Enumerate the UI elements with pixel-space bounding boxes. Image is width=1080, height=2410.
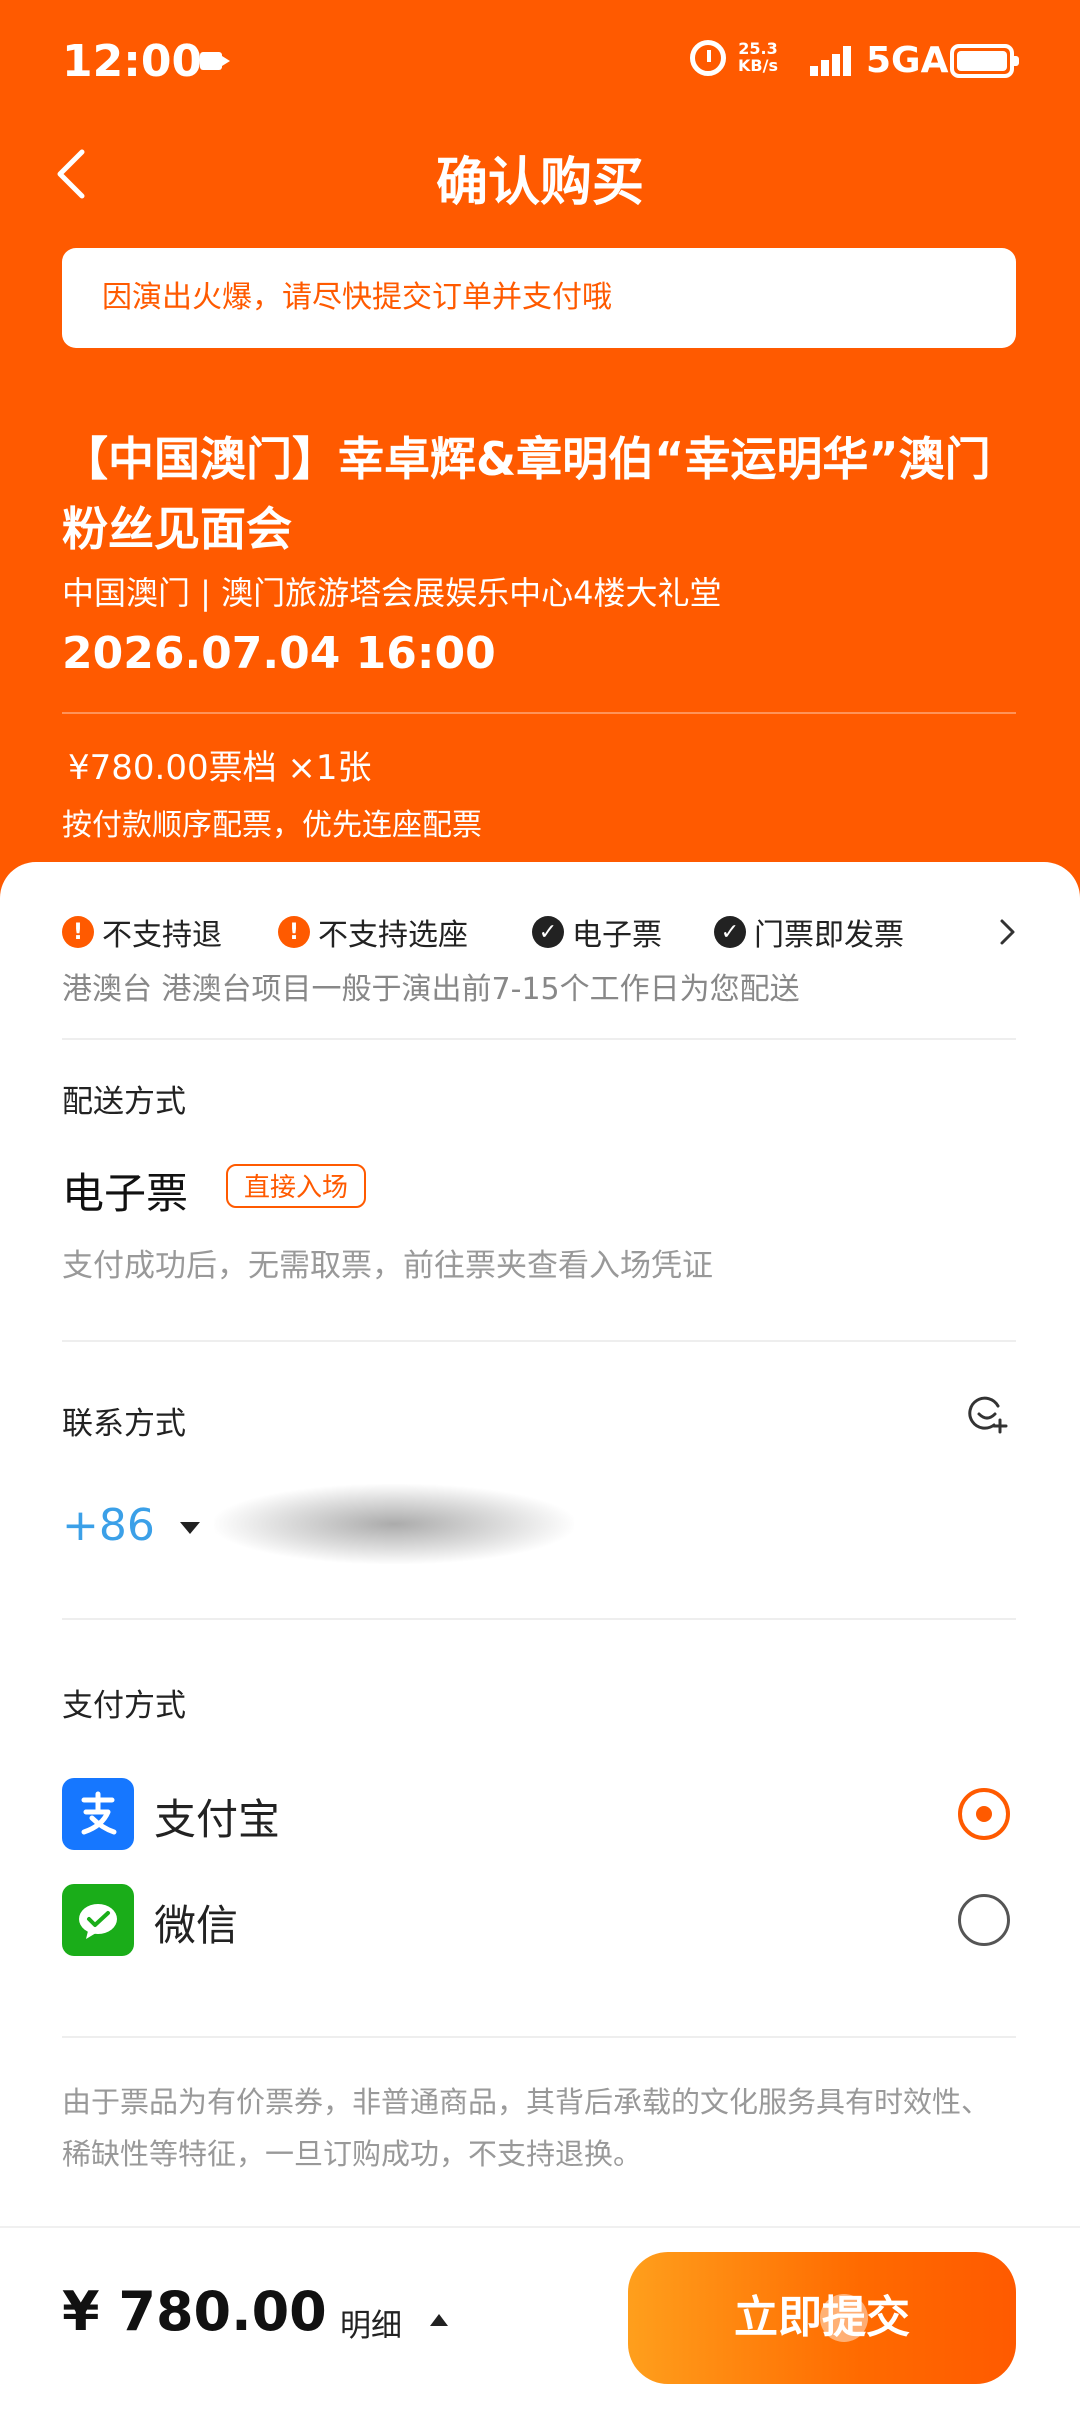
price-detail-toggle[interactable]: 明细 — [340, 2300, 402, 2345]
event-datetime: 2026.07.04 16:00 — [62, 628, 496, 679]
signal-icon — [810, 46, 858, 76]
ticket-allocation-rule: 按付款顺序配票，优先连座配票 — [62, 808, 482, 843]
divider — [62, 2036, 1016, 2038]
add-contact-icon[interactable] — [968, 1394, 1008, 1434]
divider — [62, 1340, 1016, 1342]
delivery-description: 支付成功后，无需取票，前往票夹查看入场凭证 — [62, 1248, 713, 1284]
payment-option-alipay[interactable]: 支付宝 — [62, 1778, 1016, 1850]
radio-selected[interactable] — [958, 1788, 1010, 1840]
direct-entry-badge: 直接入场 — [226, 1164, 367, 1208]
tag-ticket-invoice: ✓ 门票即发票 — [714, 910, 904, 954]
wechat-pay-logo-icon — [62, 1884, 134, 1956]
network-type: 5GA — [866, 40, 949, 81]
payment-section-label: 支付方式 — [62, 1688, 186, 1724]
payment-option-wechat[interactable]: 微信 — [62, 1884, 1016, 1956]
total-amount: ¥ 780.00 — [62, 2280, 327, 2343]
divider — [62, 1618, 1016, 1620]
event-venue: 中国澳门 | 澳门旅游塔会展娱乐中心4楼大礼堂 — [62, 574, 722, 612]
warning-icon: ! — [278, 916, 310, 948]
network-speed: 25.3 KB/s — [738, 40, 778, 74]
battery-icon — [950, 44, 1019, 78]
divider — [62, 712, 1016, 714]
tag-no-seat-selection: ! 不支持选座 — [278, 910, 468, 954]
delivery-note: 港澳台 港澳台项目一般于演出前7-15个工作日为您配送 — [62, 972, 800, 1007]
status-bar: 12:00 25.3 KB/s 5GA — [0, 0, 1080, 120]
tag-no-refund: ! 不支持退 — [62, 910, 222, 954]
event-title: 【中国澳门】幸卓辉&章明伯“幸运明华”澳门粉丝见面会 — [62, 432, 991, 556]
status-time: 12:00 — [62, 36, 203, 87]
chevron-right-icon[interactable] — [998, 918, 1018, 946]
caret-up-icon[interactable] — [430, 2314, 448, 2326]
check-icon: ✓ — [532, 916, 564, 948]
tag-e-ticket: ✓ 电子票 — [532, 910, 662, 954]
caret-down-icon[interactable] — [180, 1522, 200, 1534]
alarm-icon — [690, 40, 726, 76]
network-speed-unit: KB/s — [738, 56, 778, 75]
payment-option-name: 微信 — [154, 1901, 239, 1950]
divider — [62, 1038, 1016, 1040]
purchase-disclaimer: 由于票品为有价票券，非普通商品，其背后承载的文化服务具有时效性、稀缺性等特征，一… — [62, 2085, 991, 2171]
ticket-price-tier: ¥780.00票档 ×1张 — [68, 748, 372, 788]
delivery-method: 电子票 — [62, 1169, 189, 1218]
contact-section-label: 联系方式 — [62, 1406, 186, 1442]
radio-unselected[interactable] — [958, 1894, 1010, 1946]
phone-number-field[interactable] — [214, 1484, 574, 1564]
touch-indicator — [820, 2294, 868, 2342]
check-icon: ✓ — [714, 916, 746, 948]
delivery-section-label: 配送方式 — [62, 1084, 186, 1120]
urgency-notice: 因演出火爆，请尽快提交订单并支付哦 — [62, 248, 1016, 348]
alipay-logo-icon — [62, 1778, 134, 1850]
country-code-select[interactable]: +86 — [62, 1500, 155, 1551]
video-camera-icon — [200, 52, 230, 70]
warning-icon: ! — [62, 916, 94, 948]
page-title: 确认购买 — [435, 153, 644, 213]
policy-tags[interactable]: ! 不支持退 ! 不支持选座 ✓ 电子票 ✓ 门票即发票 — [62, 910, 1022, 954]
payment-option-name: 支付宝 — [154, 1795, 281, 1844]
